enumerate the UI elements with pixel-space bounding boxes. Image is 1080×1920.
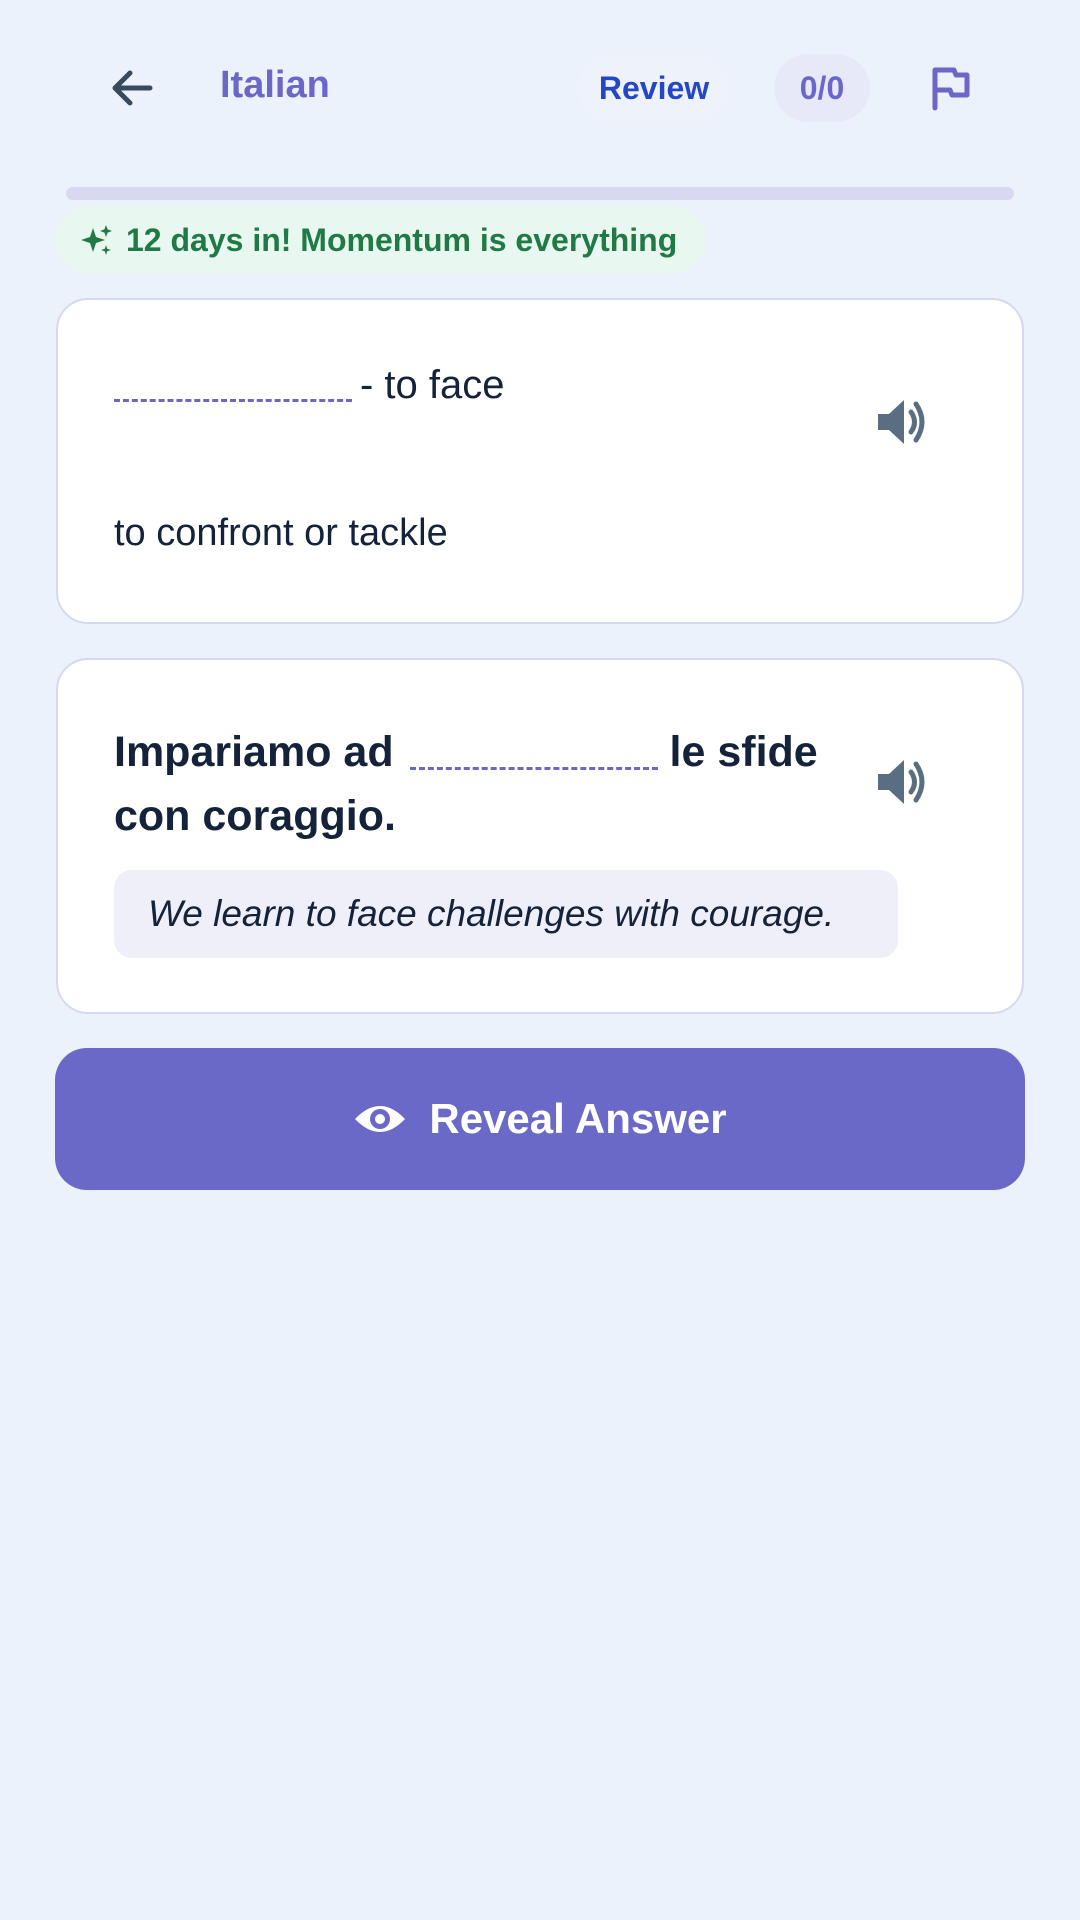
- sentence-blank: [409, 730, 658, 770]
- sentence-translation: We learn to face challenges with courage…: [114, 870, 898, 958]
- speaker-icon: [878, 760, 925, 804]
- reveal-answer-label: Reveal Answer: [429, 1095, 727, 1142]
- flag-icon: [932, 67, 970, 111]
- back-button[interactable]: [100, 58, 164, 118]
- reveal-answer-button[interactable]: Reveal Answer: [55, 1048, 1025, 1190]
- arrow-left-icon: [112, 70, 153, 106]
- progress-bar: [66, 187, 1014, 200]
- speaker-icon: [878, 400, 925, 444]
- sparkles-icon: [81, 225, 112, 255]
- play-term-audio-button[interactable]: [870, 390, 934, 454]
- streak-text: 12 days in! Momentum is everything: [126, 221, 678, 258]
- page-title: Italian: [220, 64, 330, 106]
- term-gloss: - to face: [360, 363, 505, 407]
- play-sentence-audio-button[interactable]: [870, 750, 934, 814]
- top-bar: Italian Review 0/0: [0, 0, 1080, 176]
- card-counter: 0/0: [774, 54, 870, 122]
- sentence-start: Impariamo ad: [114, 728, 394, 776]
- definition-text: to confront or tackle: [114, 512, 448, 554]
- eye-icon: [355, 1106, 406, 1132]
- review-button[interactable]: Review: [578, 54, 730, 122]
- sentence-card: Impariamo ad le sfide con coraggio. We l…: [56, 658, 1024, 1014]
- flashcard-screen: Italian Review 0/0 12 days in! Momentum …: [0, 0, 1080, 1920]
- streak-badge: 12 days in! Momentum is everything: [56, 206, 706, 274]
- example-sentence: Impariamo ad le sfide con coraggio.: [114, 720, 844, 848]
- flag-button[interactable]: [924, 62, 976, 114]
- term-blank: [114, 362, 352, 402]
- term-line: - to face: [114, 362, 505, 408]
- definition-card: - to face to confront or tackle: [56, 298, 1024, 624]
